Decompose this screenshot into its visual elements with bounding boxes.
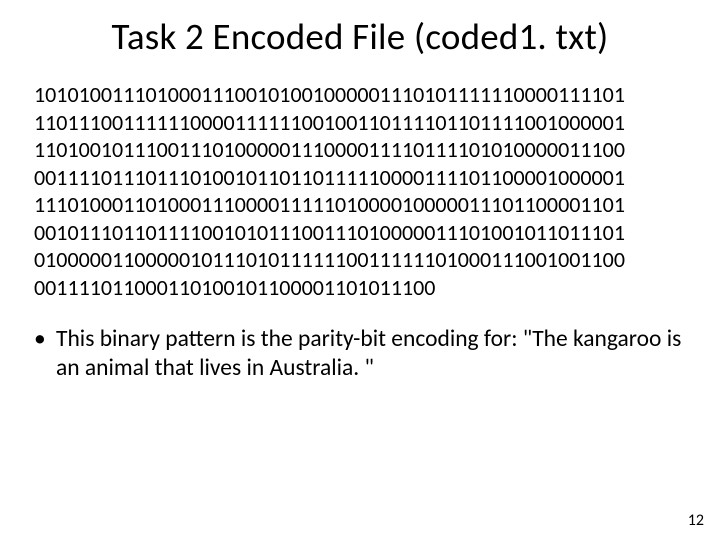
bullet-icon: • (34, 325, 46, 354)
binary-line: 1101001011100111010000011100001111011110… (34, 136, 686, 164)
slide: Task 2 Encoded File (coded1. txt) 101010… (0, 0, 720, 540)
binary-line: 001111011000110100101100001101011100 (34, 274, 686, 302)
page-number: 12 (688, 511, 704, 530)
binary-line: 1101110011111100001111110010011011110110… (34, 109, 686, 137)
binary-line: 1110100011010001110000111110100001000001… (34, 191, 686, 219)
explanation-bullet: • This binary pattern is the parity-bit … (0, 301, 720, 384)
binary-data-block: 1010100111010001110010100100000111010111… (0, 59, 720, 301)
slide-title: Task 2 Encoded File (coded1. txt) (0, 0, 720, 59)
explanation-text: This binary pattern is the parity-bit en… (56, 325, 681, 382)
binary-line: 0100000110000010111010111111001111110100… (34, 246, 686, 274)
binary-line: 1010100111010001110010100100000111010111… (34, 81, 686, 109)
binary-line: 0011110111011101001011011011111000011110… (34, 164, 686, 192)
binary-line: 0010111011011110010101110011101000001110… (34, 219, 686, 247)
